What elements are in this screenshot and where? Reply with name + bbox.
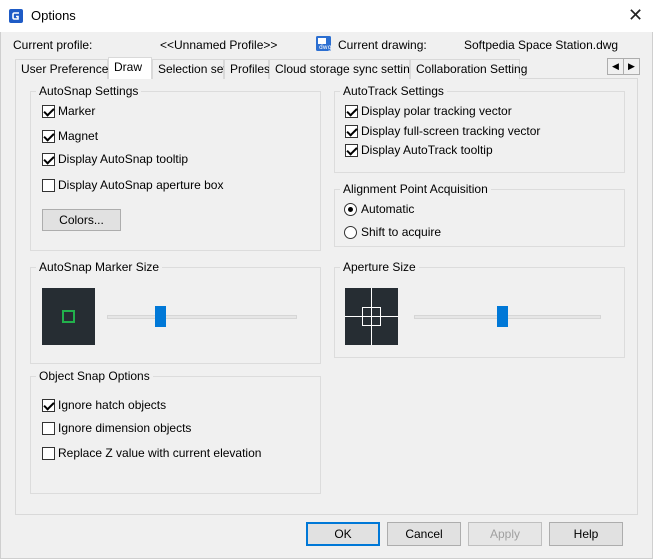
alignment-point-title: Alignment Point Acquisition <box>343 182 488 196</box>
ignore-hatch-checkbox[interactable] <box>42 399 55 412</box>
close-icon[interactable]: ✕ <box>628 4 643 26</box>
tab-cloud-storage-sync[interactable]: Cloud storage sync settings <box>269 59 422 79</box>
marker-size-slider-thumb[interactable] <box>155 306 166 327</box>
current-profile-label: Current profile: <box>13 38 93 52</box>
autotrack-tooltip-label[interactable]: Display AutoTrack tooltip <box>361 143 493 157</box>
current-drawing-value: Softpedia Space Station.dwg <box>464 38 619 52</box>
aperture-box-icon <box>362 307 381 326</box>
ignore-hatch-label[interactable]: Ignore hatch objects <box>58 398 166 412</box>
tab-profiles[interactable]: Profiles <box>224 59 270 79</box>
help-button[interactable]: Help <box>549 522 623 546</box>
marker-label[interactable]: Marker <box>58 104 95 118</box>
current-drawing-label: Current drawing: <box>338 38 427 52</box>
ignore-dimension-label[interactable]: Ignore dimension objects <box>58 421 191 435</box>
aperture-preview-icon <box>345 288 398 345</box>
fullscreen-tracking-checkbox[interactable] <box>345 125 358 138</box>
replace-z-label[interactable]: Replace Z value with current elevation <box>58 446 261 460</box>
drawing-file-icon: dwg <box>316 36 332 51</box>
autosnap-tooltip-label[interactable]: Display AutoSnap tooltip <box>58 152 188 166</box>
magnet-checkbox[interactable] <box>42 130 55 143</box>
ignore-dimension-checkbox[interactable] <box>42 422 55 435</box>
autotrack-tooltip-checkbox[interactable] <box>345 144 358 157</box>
ok-button[interactable]: OK <box>306 522 380 546</box>
svg-text:dwg: dwg <box>319 44 332 51</box>
app-logo-icon <box>9 9 23 23</box>
tab-selection-set[interactable]: Selection set <box>152 59 227 79</box>
tab-user-preferences[interactable]: User Preferences <box>15 59 114 79</box>
tab-draw[interactable]: Draw <box>108 57 152 79</box>
aperture-box-checkbox[interactable] <box>42 179 55 192</box>
scroll-left-icon[interactable]: ◀ <box>607 58 624 75</box>
fullscreen-tracking-label[interactable]: Display full-screen tracking vector <box>361 124 540 138</box>
window-title: Options <box>31 8 76 23</box>
polar-tracking-label[interactable]: Display polar tracking vector <box>361 104 512 118</box>
object-snap-options-title: Object Snap Options <box>39 369 150 383</box>
autotrack-settings-title: AutoTrack Settings <box>343 84 444 98</box>
tab-collaboration-setting[interactable]: Collaboration Setting <box>410 59 527 79</box>
polar-tracking-checkbox[interactable] <box>345 105 358 118</box>
aperture-size-title: Aperture Size <box>343 260 416 274</box>
shift-to-acquire-radio[interactable] <box>344 226 357 239</box>
marker-preview-icon <box>42 288 95 345</box>
colors-button[interactable]: Colors... <box>42 209 121 231</box>
cancel-button[interactable]: Cancel <box>387 522 461 546</box>
marker-size-slider-track[interactable] <box>107 315 297 319</box>
autosnap-tooltip-checkbox[interactable] <box>42 153 55 166</box>
shift-to-acquire-label[interactable]: Shift to acquire <box>361 225 441 239</box>
marker-size-title: AutoSnap Marker Size <box>39 260 160 274</box>
current-profile-value: <<Unnamed Profile>> <box>160 38 278 52</box>
scroll-right-icon[interactable]: ▶ <box>623 58 640 75</box>
title-bar <box>0 0 653 32</box>
apply-button[interactable]: Apply <box>468 522 542 546</box>
aperture-size-slider-thumb[interactable] <box>497 306 508 327</box>
automatic-label[interactable]: Automatic <box>361 202 414 216</box>
marker-checkbox[interactable] <box>42 105 55 118</box>
automatic-radio[interactable] <box>344 203 357 216</box>
autosnap-settings-title: AutoSnap Settings <box>39 84 139 98</box>
marker-square-icon <box>62 310 75 323</box>
magnet-label[interactable]: Magnet <box>58 129 98 143</box>
aperture-box-label[interactable]: Display AutoSnap aperture box <box>58 178 223 192</box>
replace-z-checkbox[interactable] <box>42 447 55 460</box>
